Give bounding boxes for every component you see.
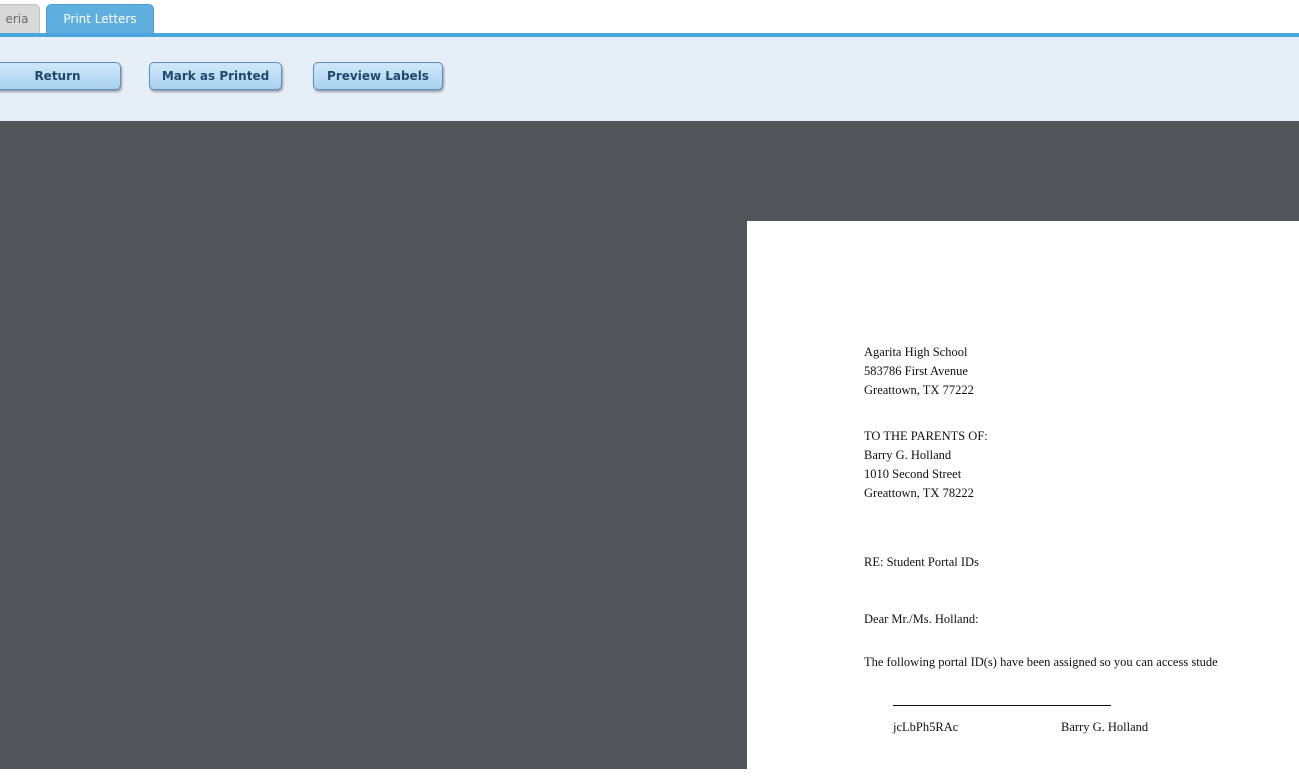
school-address: 583786 First Avenue <box>864 364 968 378</box>
tab-print-letters[interactable]: Print Letters <box>46 4 154 33</box>
sender-address: Agarita High School 583786 First Avenue … <box>864 343 974 400</box>
return-button[interactable]: Return <box>0 62 121 90</box>
school-name: Agarita High School <box>864 345 968 359</box>
letter-page: Agarita High School 583786 First Avenue … <box>747 221 1299 781</box>
preview-labels-button[interactable]: Preview Labels <box>313 62 443 90</box>
recipient-address: TO THE PARENTS OF: Barry G. Holland 1010… <box>864 427 988 503</box>
student-name: Barry G. Holland <box>864 448 952 462</box>
tab-criteria[interactable]: eria <box>0 4 40 33</box>
student-city: Greattown, TX 78222 <box>864 486 974 500</box>
portal-student-name: Barry G. Holland <box>1061 720 1149 734</box>
portal-id: jcLbPh5RAc <box>893 720 959 734</box>
re-line: RE: Student Portal IDs <box>864 555 979 569</box>
document-viewer[interactable]: Agarita High School 583786 First Avenue … <box>0 121 1299 781</box>
student-address: 1010 Second Street <box>864 467 962 481</box>
mark-as-printed-button[interactable]: Mark as Printed <box>149 62 282 90</box>
letter-body: The following portal ID(s) have been ass… <box>864 655 1218 669</box>
school-city: Greattown, TX 77222 <box>864 383 974 397</box>
tab-strip: eria Print Letters <box>0 0 1299 33</box>
toolbar: Return Mark as Printed Preview Labels <box>0 37 1299 121</box>
salutation: Dear Mr./Ms. Holland: <box>864 612 979 626</box>
to-line: TO THE PARENTS OF: <box>864 429 988 443</box>
signature-line <box>893 705 1111 706</box>
